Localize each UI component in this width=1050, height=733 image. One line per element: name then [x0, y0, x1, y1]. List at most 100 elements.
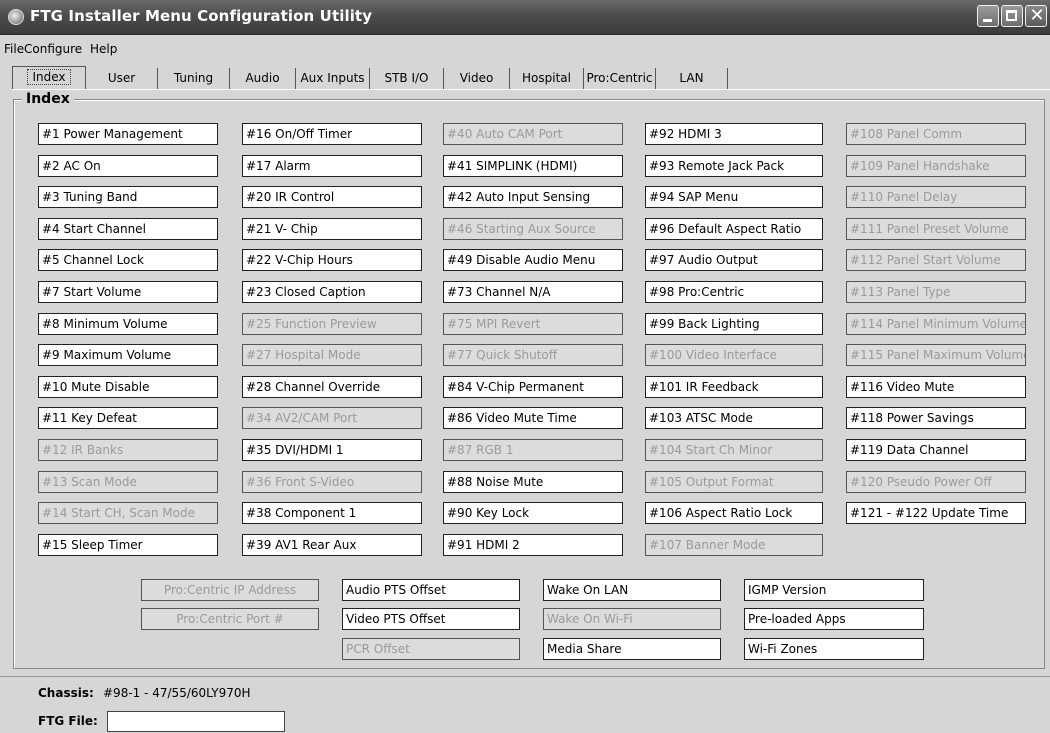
extra-setting-button[interactable]: Wake On Wi-Fi — [543, 608, 721, 630]
menu-bar: File Configure Help — [0, 42, 1050, 60]
index-item-button[interactable]: #23 Closed Caption — [242, 281, 422, 303]
extra-setting-button[interactable]: Media Share — [543, 638, 721, 660]
index-item-button[interactable]: #49 Disable Audio Menu — [443, 249, 623, 271]
index-item-button[interactable]: #107 Banner Mode — [645, 534, 823, 556]
index-item-button[interactable]: #7 Start Volume — [38, 281, 218, 303]
extra-setting-button[interactable]: IGMP Version — [744, 579, 924, 601]
tab-index[interactable]: Index — [12, 66, 86, 89]
index-item-button[interactable]: #111 Panel Preset Volume — [846, 218, 1026, 240]
index-item-button[interactable]: #84 V-Chip Permanent — [443, 376, 623, 398]
index-item-button[interactable]: #94 SAP Menu — [645, 186, 823, 208]
close-button[interactable]: ✕ — [1025, 5, 1047, 27]
index-item-button[interactable]: #27 Hospital Mode — [242, 344, 422, 366]
index-item-button[interactable]: #115 Panel Maximum Volume — [846, 344, 1026, 366]
index-item-button[interactable]: #41 SIMPLINK (HDMI) — [443, 155, 623, 177]
index-item-button[interactable]: #103 ATSC Mode — [645, 407, 823, 429]
index-item-button[interactable]: #35 DVI/HDMI 1 — [242, 439, 422, 461]
index-item-button[interactable]: #14 Start CH, Scan Mode — [38, 502, 218, 524]
index-item-button[interactable]: #119 Data Channel — [846, 439, 1026, 461]
tab-video[interactable]: Video — [444, 68, 510, 89]
index-item-button[interactable]: #12 IR Banks — [38, 439, 218, 461]
index-item-button[interactable]: #113 Panel Type — [846, 281, 1026, 303]
index-item-button[interactable]: #100 Video Interface — [645, 344, 823, 366]
index-item-button[interactable]: #116 Video Mute — [846, 376, 1026, 398]
index-item-button[interactable]: #120 Pseudo Power Off — [846, 471, 1026, 493]
index-item-button[interactable]: #20 IR Control — [242, 186, 422, 208]
index-item-button[interactable]: #118 Power Savings — [846, 407, 1026, 429]
extra-setting-button[interactable]: Video PTS Offset — [342, 608, 520, 630]
extra-setting-button[interactable]: PCR Offset — [342, 638, 520, 660]
extra-setting-button[interactable]: Pro:Centric Port # — [141, 608, 319, 630]
extra-setting-button[interactable]: Pre-loaded Apps — [744, 608, 924, 630]
index-item-button[interactable]: #87 RGB 1 — [443, 439, 623, 461]
index-item-button[interactable]: #38 Component 1 — [242, 502, 422, 524]
index-item-button[interactable]: #98 Pro:Centric — [645, 281, 823, 303]
index-item-button[interactable]: #46 Starting Aux Source — [443, 218, 623, 240]
index-item-button[interactable]: #16 On/Off Timer — [242, 123, 422, 145]
index-item-button[interactable]: #3 Tuning Band — [38, 186, 218, 208]
index-item-button[interactable]: #112 Panel Start Volume — [846, 249, 1026, 271]
index-item-button[interactable]: #105 Output Format — [645, 471, 823, 493]
index-item-button[interactable]: #1 Power Management — [38, 123, 218, 145]
chassis-value: #98-1 - 47/55/60LY970H — [103, 686, 251, 700]
index-item-button[interactable]: #114 Panel Minimum Volume — [846, 313, 1026, 335]
tab-hospital[interactable]: Hospital — [510, 68, 584, 89]
index-item-button[interactable]: #42 Auto Input Sensing — [443, 186, 623, 208]
index-item-button[interactable]: #73 Channel N/A — [443, 281, 623, 303]
tab-audio[interactable]: Audio — [230, 68, 296, 89]
extra-setting-button[interactable]: Pro:Centric IP Address — [141, 579, 319, 601]
index-item-button[interactable]: #28 Channel Override — [242, 376, 422, 398]
index-item-button[interactable]: #10 Mute Disable — [38, 376, 218, 398]
index-item-button[interactable]: #121 - #122 Update Time — [846, 502, 1026, 524]
tab-lan[interactable]: LAN — [656, 68, 728, 89]
index-item-button[interactable]: #8 Minimum Volume — [38, 313, 218, 335]
index-item-button[interactable]: #92 HDMI 3 — [645, 123, 823, 145]
title-bar[interactable]: FTG Installer Menu Configuration Utility… — [0, 0, 1050, 35]
index-item-button[interactable]: #90 Key Lock — [443, 502, 623, 524]
extra-setting-button[interactable]: Wake On LAN — [543, 579, 721, 601]
index-item-button[interactable]: #21 V- Chip — [242, 218, 422, 240]
index-item-button[interactable]: #106 Aspect Ratio Lock — [645, 502, 823, 524]
index-item-button[interactable]: #25 Function Preview — [242, 313, 422, 335]
index-item-button[interactable]: #109 Panel Handshake — [846, 155, 1026, 177]
tab-user[interactable]: User — [86, 68, 158, 89]
index-item-button[interactable]: #75 MPI Revert — [443, 313, 623, 335]
index-item-button[interactable]: #93 Remote Jack Pack — [645, 155, 823, 177]
index-item-button[interactable]: #91 HDMI 2 — [443, 534, 623, 556]
index-item-button[interactable]: #110 Panel Delay — [846, 186, 1026, 208]
index-item-button[interactable]: #34 AV2/CAM Port — [242, 407, 422, 429]
index-item-button[interactable]: #13 Scan Mode — [38, 471, 218, 493]
index-item-button[interactable]: #97 Audio Output — [645, 249, 823, 271]
index-item-button[interactable]: #15 Sleep Timer — [38, 534, 218, 556]
index-item-button[interactable]: #101 IR Feedback — [645, 376, 823, 398]
index-item-button[interactable]: #4 Start Channel — [38, 218, 218, 240]
index-item-button[interactable]: #5 Channel Lock — [38, 249, 218, 271]
tab-aux-inputs[interactable]: Aux Inputs — [296, 68, 370, 89]
maximize-button[interactable] — [1001, 5, 1023, 27]
menu-configure[interactable]: Configure — [24, 42, 82, 56]
ftg-file-input[interactable] — [107, 711, 285, 732]
index-item-button[interactable]: #36 Front S-Video — [242, 471, 422, 493]
index-item-button[interactable]: #86 Video Mute Time — [443, 407, 623, 429]
extra-setting-button[interactable]: Audio PTS Offset — [342, 579, 520, 601]
index-item-button[interactable]: #40 Auto CAM Port — [443, 123, 623, 145]
minimize-button[interactable] — [977, 5, 999, 27]
index-item-button[interactable]: #11 Key Defeat — [38, 407, 218, 429]
tab-pro-centric[interactable]: Pro:Centric — [584, 68, 656, 89]
index-item-button[interactable]: #9 Maximum Volume — [38, 344, 218, 366]
index-item-button[interactable]: #108 Panel Comm — [846, 123, 1026, 145]
index-item-button[interactable]: #96 Default Aspect Ratio — [645, 218, 823, 240]
index-item-button[interactable]: #22 V-Chip Hours — [242, 249, 422, 271]
menu-help[interactable]: Help — [90, 42, 117, 56]
index-item-button[interactable]: #77 Quick Shutoff — [443, 344, 623, 366]
tab-stb-io[interactable]: STB I/O — [370, 68, 444, 89]
index-item-button[interactable]: #99 Back Lighting — [645, 313, 823, 335]
index-item-button[interactable]: #2 AC On — [38, 155, 218, 177]
tab-tuning[interactable]: Tuning — [158, 68, 230, 89]
index-item-button[interactable]: #88 Noise Mute — [443, 471, 623, 493]
index-item-button[interactable]: #39 AV1 Rear Aux — [242, 534, 422, 556]
index-item-button[interactable]: #17 Alarm — [242, 155, 422, 177]
index-item-button[interactable]: #104 Start Ch Minor — [645, 439, 823, 461]
menu-file[interactable]: File — [4, 42, 24, 56]
extra-setting-button[interactable]: Wi-Fi Zones — [744, 638, 924, 660]
